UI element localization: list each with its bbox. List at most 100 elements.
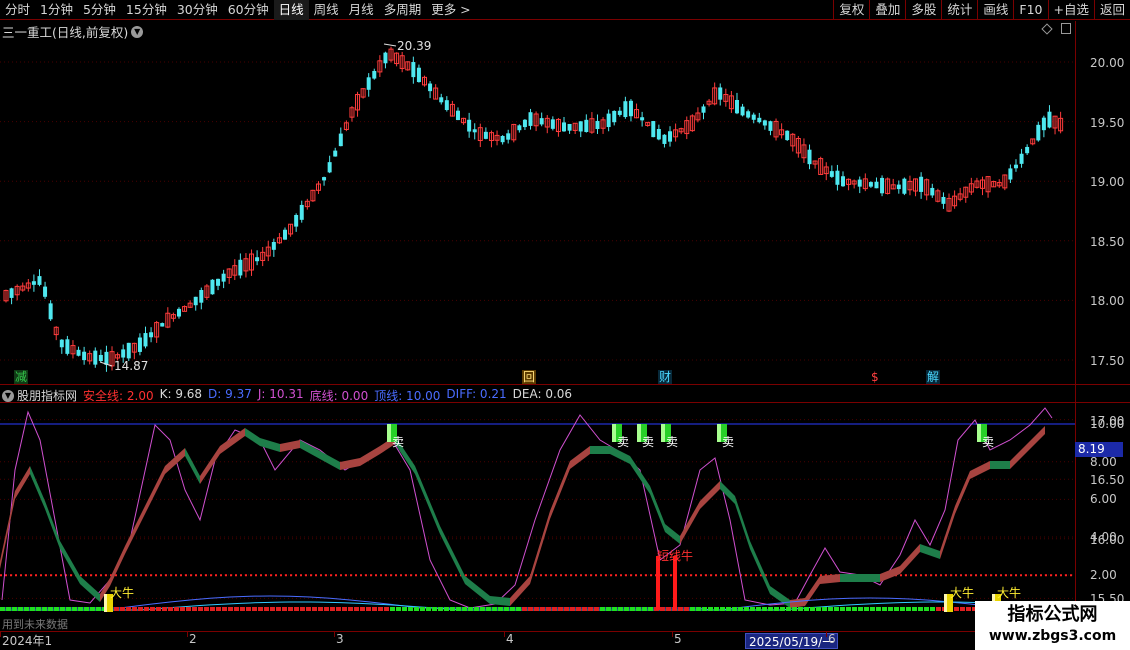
status-dash — [132, 607, 137, 611]
kd-band-segment — [360, 446, 380, 466]
candle-body-down — [617, 110, 622, 115]
event-marker[interactable]: $ — [870, 370, 880, 384]
status-dash — [312, 607, 317, 611]
status-dash — [732, 607, 737, 611]
status-dash — [876, 607, 881, 611]
watermark-url: www.zbgs3.com — [988, 628, 1117, 644]
candle-body-down — [662, 134, 667, 144]
kd-band-segment — [720, 481, 735, 504]
status-dash — [348, 607, 353, 611]
watermark-title: 指标公式网 — [1007, 604, 1098, 625]
sell-signal-label: 卖 — [392, 435, 405, 449]
candle-body-down — [930, 187, 935, 196]
status-dash — [858, 607, 863, 611]
big-bull-label: 大牛 — [950, 586, 975, 600]
status-dash — [846, 607, 851, 611]
kd-band-segment — [940, 506, 955, 559]
candle-body-down — [757, 117, 762, 123]
status-dash — [72, 607, 77, 611]
status-dash — [804, 607, 809, 611]
status-dash — [294, 607, 299, 611]
kd-band-segment — [465, 576, 490, 604]
indicator-dropdown-icon[interactable]: ▼ — [2, 389, 14, 402]
status-dash — [684, 607, 689, 611]
candle-body-down — [612, 110, 617, 123]
candle-body-down — [1008, 168, 1013, 180]
candle-body-down — [1036, 124, 1041, 141]
indicator-param: K: 9.68 — [159, 387, 203, 401]
status-dash — [306, 607, 311, 611]
date-label: 3 — [336, 632, 344, 646]
price-axis-label: 19.50 — [1090, 115, 1125, 130]
status-dash — [216, 607, 221, 611]
candle-body-down — [857, 179, 862, 187]
kd-band-segment — [570, 446, 590, 469]
current-value-tag: 8.19 — [1075, 442, 1123, 457]
status-dash — [888, 607, 893, 611]
status-dash — [408, 607, 413, 611]
status-dash — [336, 607, 341, 611]
candle-body-down — [751, 114, 756, 120]
status-dash — [750, 607, 755, 611]
kd-band-segment — [990, 461, 1010, 469]
status-dash — [552, 607, 557, 611]
status-dash — [42, 607, 47, 611]
candle-body-down — [444, 100, 449, 111]
sell-signal-label: 卖 — [642, 435, 655, 449]
status-dash — [780, 607, 785, 611]
candle-body-down — [455, 110, 460, 121]
status-dash — [660, 607, 665, 611]
candle-body-down — [941, 196, 946, 204]
candle-body-down — [500, 135, 505, 143]
event-marker[interactable]: 减 — [14, 370, 29, 384]
kd-band-segment — [0, 491, 15, 569]
chart-canvas[interactable]: 20.39 14.87 — [0, 0, 1075, 631]
status-dash — [426, 607, 431, 611]
kd-band-segment — [955, 471, 970, 514]
status-dash — [138, 607, 143, 611]
status-dash — [144, 607, 149, 611]
status-dash — [372, 607, 377, 611]
status-dash — [714, 607, 719, 611]
candle-body-down — [271, 241, 276, 250]
event-marker[interactable]: 回 — [522, 370, 537, 384]
candle-body-down — [829, 171, 834, 177]
candle-body-down — [126, 342, 131, 359]
date-tick — [187, 632, 188, 637]
status-dash — [66, 607, 71, 611]
candle-body-down — [82, 351, 87, 361]
kd-band-segment — [840, 574, 860, 582]
status-dash — [30, 607, 35, 611]
status-dash — [6, 607, 11, 611]
status-dash — [156, 607, 161, 611]
status-dash — [528, 607, 533, 611]
status-dash — [546, 607, 551, 611]
kd-band-segment — [590, 446, 610, 454]
kd-band-segment — [700, 481, 720, 509]
status-dash — [708, 607, 713, 611]
status-dash — [96, 607, 101, 611]
status-dash — [792, 607, 797, 611]
status-dash — [162, 607, 167, 611]
status-dash — [762, 607, 767, 611]
status-dash — [36, 607, 41, 611]
candle-body-down — [338, 133, 343, 147]
candle-body-down — [199, 290, 204, 303]
event-marker[interactable]: 解 — [926, 370, 941, 384]
event-marker[interactable]: 财 — [658, 370, 673, 384]
status-dash — [612, 607, 617, 611]
status-dash — [174, 607, 179, 611]
toolbar-button-7[interactable]: 返回 — [1093, 0, 1130, 20]
status-dash — [462, 607, 467, 611]
kd-band-segment — [665, 524, 680, 544]
candle-body-down — [439, 97, 444, 103]
candle-body-down — [640, 117, 645, 121]
kd-band-segment — [970, 461, 990, 479]
candle-body-down — [93, 350, 98, 365]
status-dash — [960, 607, 965, 611]
price-axis-label: 20.00 — [1090, 56, 1125, 70]
status-dash — [822, 607, 827, 611]
candle-body-down — [143, 333, 148, 347]
status-dash — [744, 607, 749, 611]
kd-band-segment — [185, 448, 200, 484]
